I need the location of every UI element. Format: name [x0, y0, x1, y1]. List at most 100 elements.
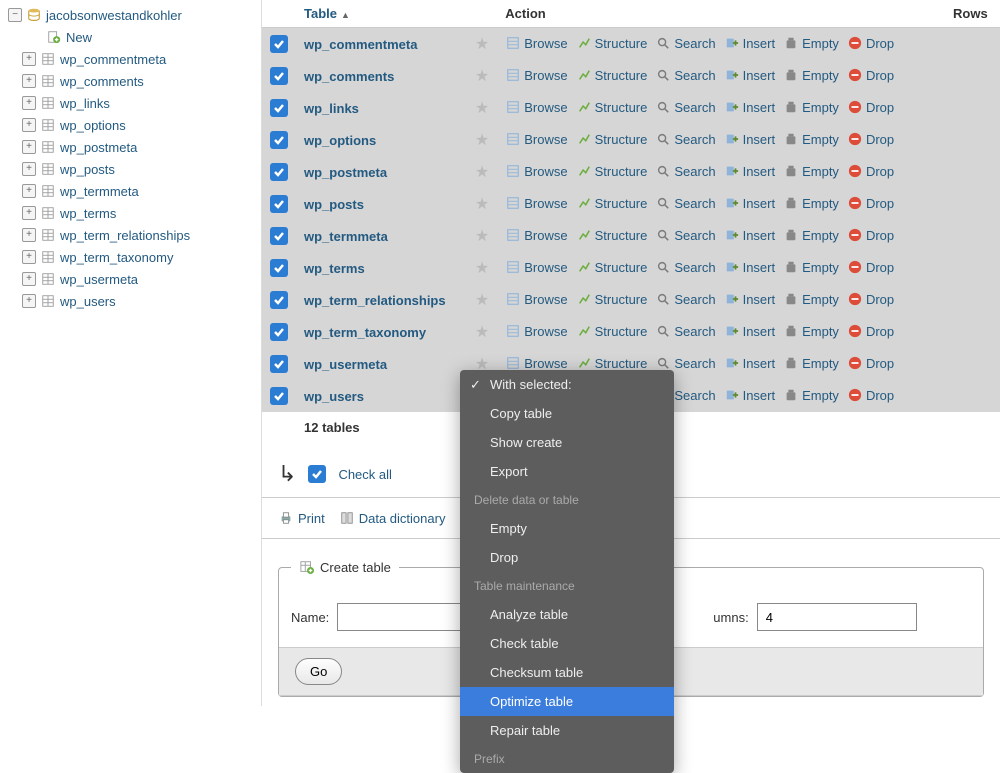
- tree-table-label[interactable]: wp_links: [60, 96, 110, 111]
- menu-empty[interactable]: Empty: [460, 514, 674, 543]
- expand-icon[interactable]: +: [22, 96, 36, 110]
- action-structure[interactable]: Structure: [576, 227, 648, 243]
- menu-show-create[interactable]: Show create: [460, 428, 674, 457]
- action-search[interactable]: Search: [655, 323, 715, 339]
- action-empty[interactable]: Empty: [783, 35, 839, 51]
- table-name-link[interactable]: wp_terms: [304, 261, 365, 276]
- tree-table-node[interactable]: +wp_term_taxonomy: [0, 246, 261, 268]
- action-browse[interactable]: Browse: [505, 259, 567, 275]
- expand-icon[interactable]: +: [22, 206, 36, 220]
- expand-icon[interactable]: +: [22, 272, 36, 286]
- table-name-link[interactable]: wp_users: [304, 389, 364, 404]
- menu-repair[interactable]: Repair table: [460, 716, 674, 745]
- expand-icon[interactable]: +: [22, 184, 36, 198]
- action-drop[interactable]: Drop: [847, 387, 894, 403]
- tree-table-label[interactable]: wp_posts: [60, 162, 115, 177]
- tree-table-node[interactable]: +wp_termmeta: [0, 180, 261, 202]
- action-drop[interactable]: Drop: [847, 195, 894, 211]
- tree-table-node[interactable]: +wp_term_relationships: [0, 224, 261, 246]
- action-drop[interactable]: Drop: [847, 163, 894, 179]
- action-empty[interactable]: Empty: [783, 67, 839, 83]
- action-empty[interactable]: Empty: [783, 163, 839, 179]
- table-name-link[interactable]: wp_links: [304, 101, 359, 116]
- action-insert[interactable]: Insert: [724, 99, 776, 115]
- action-browse[interactable]: Browse: [505, 35, 567, 51]
- print-link[interactable]: Print: [278, 510, 325, 526]
- tree-table-label[interactable]: wp_usermeta: [60, 272, 138, 287]
- tree-table-node[interactable]: +wp_commentmeta: [0, 48, 261, 70]
- action-insert[interactable]: Insert: [724, 355, 776, 371]
- check-all-label[interactable]: Check all: [338, 467, 391, 482]
- table-name-link[interactable]: wp_commentmeta: [304, 37, 417, 52]
- action-search[interactable]: Search: [655, 67, 715, 83]
- row-checkbox[interactable]: [270, 387, 288, 405]
- action-drop[interactable]: Drop: [847, 227, 894, 243]
- tree-table-node[interactable]: + wp_links: [0, 92, 261, 114]
- favorite-star-icon[interactable]: ★: [475, 292, 489, 309]
- table-name-link[interactable]: wp_term_taxonomy: [304, 325, 426, 340]
- row-checkbox[interactable]: [270, 291, 288, 309]
- tree-new-node[interactable]: New: [0, 26, 261, 48]
- action-insert[interactable]: Insert: [724, 323, 776, 339]
- tree-table-node[interactable]: +wp_options: [0, 114, 261, 136]
- favorite-star-icon[interactable]: ★: [475, 36, 489, 53]
- new-label[interactable]: New: [66, 30, 92, 45]
- favorite-star-icon[interactable]: ★: [475, 132, 489, 149]
- action-browse[interactable]: Browse: [505, 131, 567, 147]
- menu-optimize[interactable]: Optimize table: [460, 687, 674, 716]
- expand-icon[interactable]: +: [22, 118, 36, 132]
- tree-table-node[interactable]: +wp_posts: [0, 158, 261, 180]
- favorite-star-icon[interactable]: ★: [475, 260, 489, 277]
- action-empty[interactable]: Empty: [783, 195, 839, 211]
- action-insert[interactable]: Insert: [724, 131, 776, 147]
- menu-export[interactable]: Export: [460, 457, 674, 486]
- tree-table-node[interactable]: +wp_postmeta: [0, 136, 261, 158]
- action-browse[interactable]: Browse: [505, 99, 567, 115]
- favorite-star-icon[interactable]: ★: [475, 68, 489, 85]
- action-structure[interactable]: Structure: [576, 259, 648, 275]
- action-browse[interactable]: Browse: [505, 67, 567, 83]
- menu-analyze[interactable]: Analyze table: [460, 600, 674, 629]
- expand-icon[interactable]: +: [22, 294, 36, 308]
- menu-copy-table[interactable]: Copy table: [460, 399, 674, 428]
- action-search[interactable]: Search: [655, 291, 715, 307]
- row-checkbox[interactable]: [270, 67, 288, 85]
- action-structure[interactable]: Structure: [576, 35, 648, 51]
- go-button[interactable]: Go: [295, 658, 342, 685]
- row-checkbox[interactable]: [270, 163, 288, 181]
- action-empty[interactable]: Empty: [783, 227, 839, 243]
- favorite-star-icon[interactable]: ★: [475, 324, 489, 341]
- favorite-star-icon[interactable]: ★: [475, 100, 489, 117]
- check-all-checkbox[interactable]: [308, 465, 326, 483]
- action-empty[interactable]: Empty: [783, 387, 839, 403]
- action-insert[interactable]: Insert: [724, 259, 776, 275]
- action-structure[interactable]: Structure: [576, 355, 648, 371]
- action-search[interactable]: Search: [655, 227, 715, 243]
- action-drop[interactable]: Drop: [847, 355, 894, 371]
- expand-icon[interactable]: +: [22, 228, 36, 242]
- action-search[interactable]: Search: [655, 163, 715, 179]
- action-empty[interactable]: Empty: [783, 291, 839, 307]
- expand-icon[interactable]: +: [22, 74, 36, 88]
- action-browse[interactable]: Browse: [505, 163, 567, 179]
- action-insert[interactable]: Insert: [724, 35, 776, 51]
- expand-icon[interactable]: +: [22, 250, 36, 264]
- action-insert[interactable]: Insert: [724, 387, 776, 403]
- favorite-star-icon[interactable]: ★: [475, 228, 489, 245]
- collapse-icon[interactable]: −: [8, 8, 22, 22]
- row-checkbox[interactable]: [270, 35, 288, 53]
- action-empty[interactable]: Empty: [783, 131, 839, 147]
- action-drop[interactable]: Drop: [847, 35, 894, 51]
- action-search[interactable]: Search: [655, 259, 715, 275]
- tree-table-label[interactable]: wp_terms: [60, 206, 116, 221]
- action-structure[interactable]: Structure: [576, 67, 648, 83]
- data-dictionary-link[interactable]: Data dictionary: [339, 510, 446, 526]
- action-structure[interactable]: Structure: [576, 99, 648, 115]
- action-insert[interactable]: Insert: [724, 67, 776, 83]
- tree-table-node[interactable]: + wp_usermeta: [0, 268, 261, 290]
- tree-table-node[interactable]: +wp_users: [0, 290, 261, 312]
- action-browse[interactable]: Browse: [505, 323, 567, 339]
- table-name-link[interactable]: wp_usermeta: [304, 357, 387, 372]
- action-drop[interactable]: Drop: [847, 291, 894, 307]
- expand-icon[interactable]: +: [22, 140, 36, 154]
